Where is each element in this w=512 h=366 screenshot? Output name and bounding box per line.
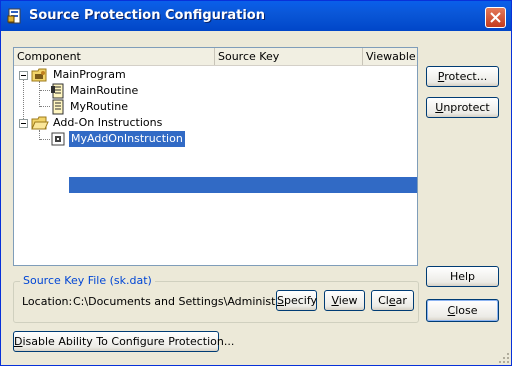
location-label: Location: (22, 295, 73, 308)
close-window-button[interactable] (485, 7, 506, 28)
tree-item-label: MyAddOnInstruction (69, 131, 185, 147)
dialog-window: Source Protection Configuration Componen… (0, 0, 512, 366)
specify-button[interactable]: Specify (276, 290, 317, 311)
tree-item-mainprogram[interactable]: MainProgram (14, 67, 417, 83)
protect-button[interactable]: Protect... (426, 66, 499, 87)
tree-item-add-on-instructions[interactable]: Add-On Instructions (14, 115, 417, 131)
routine-icon (52, 99, 64, 115)
tree-item-label: MainRoutine (70, 84, 139, 97)
column-header-component[interactable]: Component (14, 48, 215, 65)
close-icon (490, 12, 501, 23)
tree-item-myaddoninstruction[interactable]: MyAddOnInstruction (14, 131, 417, 147)
main-routine-icon (51, 83, 64, 99)
component-tree-list[interactable]: Component Source Key Viewable MainProgra… (13, 47, 418, 266)
disable-configure-protection-button[interactable]: Disable Ability To Configure Protection.… (13, 331, 234, 352)
location-value: C:\Documents and Settings\Administra... (73, 295, 298, 308)
source-key-file-group-label: Source Key File (sk.dat) (20, 274, 155, 287)
close-button[interactable]: Close (426, 299, 499, 322)
app-icon (7, 8, 21, 24)
title-bar[interactable]: Source Protection Configuration (1, 1, 511, 31)
column-header-viewable[interactable]: Viewable (363, 48, 417, 65)
tree-item-myroutine[interactable]: MyRoutine (14, 99, 417, 115)
view-button[interactable]: View (324, 290, 365, 311)
tree-item-label: MainProgram (53, 68, 126, 81)
add-on-instruction-icon (51, 132, 65, 146)
tree-item-label: MyRoutine (70, 100, 128, 113)
folder-open-icon (31, 116, 49, 130)
help-button[interactable]: Help (426, 266, 499, 287)
program-folder-icon (31, 68, 47, 82)
unprotect-button[interactable]: Unprotect (426, 97, 499, 118)
column-header-source-key[interactable]: Source Key (215, 48, 363, 65)
collapse-toggle[interactable] (19, 71, 28, 80)
tree-item-label: Add-On Instructions (53, 116, 163, 129)
clear-button[interactable]: Clear (371, 290, 414, 311)
window-title: Source Protection Configuration (29, 8, 265, 23)
resize-grip-icon[interactable] (498, 352, 510, 364)
list-header: Component Source Key Viewable (14, 48, 417, 66)
collapse-toggle[interactable] (19, 119, 28, 128)
selection-highlight (69, 177, 417, 193)
tree-item-mainroutine[interactable]: MainRoutine (14, 83, 417, 99)
